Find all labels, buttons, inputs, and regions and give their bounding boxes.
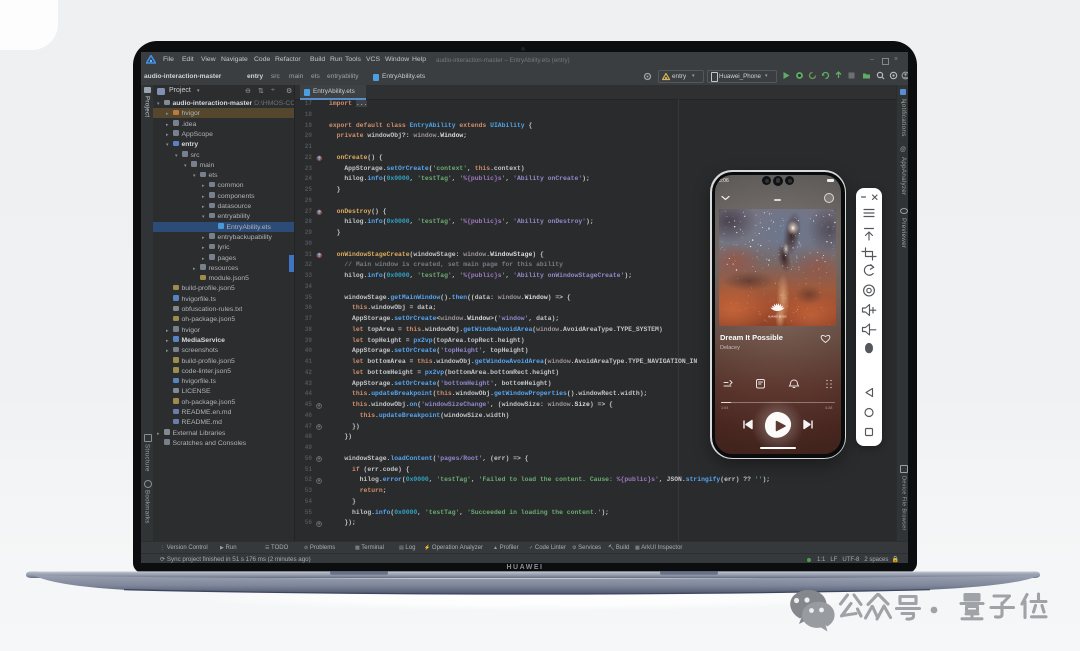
svg-text:HUAWEI MUSIC: HUAWEI MUSIC — [768, 315, 787, 319]
